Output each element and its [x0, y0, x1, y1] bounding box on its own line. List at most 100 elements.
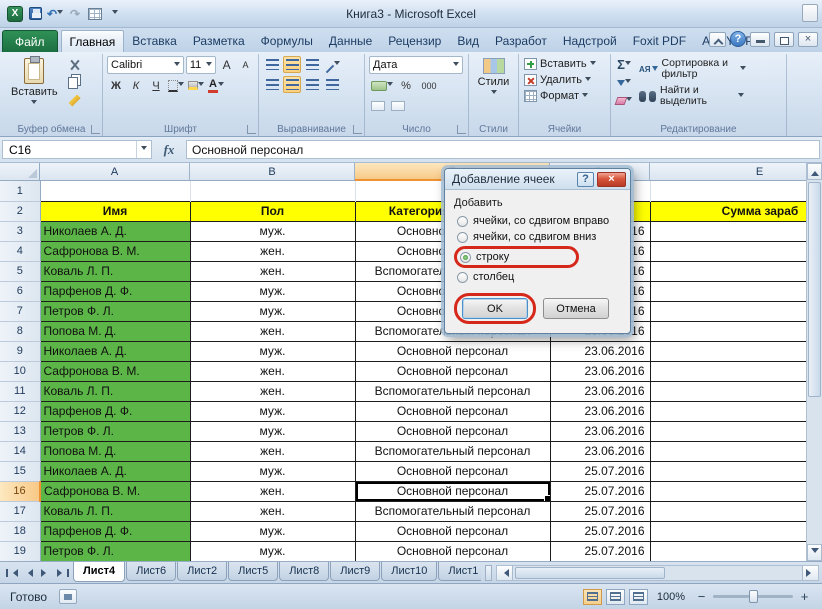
help-icon[interactable]: ?	[730, 31, 746, 47]
font-family-combo[interactable]: Calibri	[107, 56, 184, 74]
orientation-button[interactable]	[323, 56, 341, 73]
copy-button[interactable]	[66, 74, 84, 91]
cell-category[interactable]: Вспомогательный персонал	[355, 501, 550, 521]
cell-name[interactable]: Парфенов Д. Ф.	[40, 401, 190, 421]
row-header[interactable]: 6	[0, 281, 40, 301]
radio-shift-right[interactable]: ячейки, со сдвигом вправо	[454, 213, 621, 229]
align-bottom-button[interactable]	[303, 56, 321, 73]
tab-review[interactable]: Рецензир	[380, 30, 449, 52]
tab-file[interactable]: Файл	[2, 30, 58, 52]
format-painter-button[interactable]	[66, 92, 84, 109]
cell-date[interactable]: 23.06.2016	[550, 341, 650, 361]
header-cell-salary[interactable]: Сумма зараб	[650, 201, 822, 221]
format-cells-button[interactable]: Формат	[523, 88, 606, 104]
align-middle-button[interactable]	[283, 56, 301, 73]
insert-cells-button[interactable]: Вставить	[523, 56, 606, 72]
cell-category[interactable]: Основной персонал	[355, 481, 550, 501]
cell-gender[interactable]: муж.	[190, 281, 355, 301]
cell-name[interactable]: Попова М. Д.	[40, 441, 190, 461]
scroll-left-button[interactable]	[497, 566, 513, 580]
column-header-b[interactable]: B	[190, 163, 355, 181]
header-cell-name[interactable]: Имя	[40, 201, 190, 221]
sheet-tab[interactable]: Лист2	[177, 562, 227, 581]
cell-empty[interactable]	[650, 501, 822, 521]
cell-name[interactable]: Парфенов Д. Ф.	[40, 521, 190, 541]
delete-cells-button[interactable]: Удалить	[523, 72, 606, 88]
scroll-down-button[interactable]	[807, 544, 822, 561]
radio-shift-down[interactable]: ячейки, со сдвигом вниз	[454, 229, 621, 245]
wrap-text-button[interactable]	[323, 76, 341, 93]
underline-button[interactable]: Ч	[147, 77, 165, 94]
tab-foxit-pdf[interactable]: Foxit PDF	[625, 30, 694, 52]
sheet-tab[interactable]: Лист10	[381, 562, 437, 581]
zoom-level[interactable]: 100%	[657, 591, 685, 603]
tab-split-handle[interactable]	[485, 565, 492, 581]
cell-category[interactable]: Основной персонал	[355, 541, 550, 561]
vertical-scrollbar-thumb[interactable]	[808, 182, 821, 397]
cell-empty[interactable]	[650, 341, 822, 361]
column-header-e[interactable]: E	[650, 163, 822, 181]
cell-empty[interactable]	[650, 481, 822, 501]
cell-empty[interactable]	[190, 181, 355, 201]
cell-date[interactable]: 23.06.2016	[550, 441, 650, 461]
percent-format-button[interactable]: %	[397, 77, 415, 94]
cell-empty[interactable]	[650, 441, 822, 461]
cell-name[interactable]: Петров Ф. Л.	[40, 541, 190, 561]
cell-name[interactable]: Сафронова В. М.	[40, 241, 190, 261]
row-header[interactable]: 2	[0, 201, 40, 221]
bold-button[interactable]: Ж	[107, 77, 125, 94]
column-header-a[interactable]: A	[40, 163, 190, 181]
row-header[interactable]: 16	[0, 481, 40, 501]
scroll-right-button[interactable]	[802, 566, 818, 580]
cell-gender[interactable]: жен.	[190, 501, 355, 521]
redo-button[interactable]: ↷	[66, 5, 84, 23]
scrollbar-track[interactable]	[807, 399, 822, 544]
row-header[interactable]: 12	[0, 401, 40, 421]
cell-gender[interactable]: муж.	[190, 341, 355, 361]
row-header[interactable]: 3	[0, 221, 40, 241]
dialog-launcher-icon[interactable]	[91, 125, 100, 134]
cell-empty[interactable]	[650, 541, 822, 561]
cell-name[interactable]: Коваль Л. П.	[40, 381, 190, 401]
cell-gender[interactable]: муж.	[190, 301, 355, 321]
align-right-button[interactable]	[303, 76, 321, 93]
view-normal-button[interactable]	[583, 589, 602, 605]
close-window-icon[interactable]: ×	[798, 32, 818, 47]
cell-date[interactable]: 25.07.2016	[550, 461, 650, 481]
tab-page-layout[interactable]: Разметка	[185, 30, 253, 52]
cell-empty[interactable]	[650, 361, 822, 381]
cell-category[interactable]: Основной персонал	[355, 421, 550, 441]
scroll-up-button[interactable]	[807, 163, 822, 180]
cell-empty[interactable]	[650, 281, 822, 301]
italic-button[interactable]: К	[127, 77, 145, 94]
cell-empty[interactable]	[650, 521, 822, 541]
cell-empty[interactable]	[650, 261, 822, 281]
cell-category[interactable]: Основной персонал	[355, 461, 550, 481]
align-left-button[interactable]	[263, 76, 281, 93]
cell-gender[interactable]: муж.	[190, 401, 355, 421]
row-header[interactable]: 17	[0, 501, 40, 521]
row-header[interactable]: 9	[0, 341, 40, 361]
cell-empty[interactable]	[650, 301, 822, 321]
clear-button[interactable]	[615, 92, 633, 109]
cell-category[interactable]: Основной персонал	[355, 401, 550, 421]
horizontal-scrollbar-thumb[interactable]	[515, 567, 665, 579]
cell-name[interactable]: Коваль Л. П.	[40, 501, 190, 521]
dialog-launcher-icon[interactable]	[247, 125, 256, 134]
dialog-title-bar[interactable]: Добавление ячеек ? ×	[445, 169, 630, 190]
customize-qat-button[interactable]	[106, 5, 124, 23]
font-size-combo[interactable]: 11	[186, 56, 216, 74]
vertical-scrollbar[interactable]	[806, 163, 822, 561]
cell-empty[interactable]	[650, 421, 822, 441]
undo-button[interactable]: ↶	[46, 5, 64, 23]
dialog-launcher-icon[interactable]	[353, 125, 362, 134]
dialog-launcher-icon[interactable]	[457, 125, 466, 134]
cell-gender[interactable]: жен.	[190, 321, 355, 341]
cell-category[interactable]: Вспомогательный персонал	[355, 381, 550, 401]
cell-empty[interactable]	[650, 321, 822, 341]
cell-gender[interactable]: жен.	[190, 481, 355, 501]
cell-gender[interactable]: жен.	[190, 241, 355, 261]
cell-name[interactable]: Попова М. Д.	[40, 321, 190, 341]
font-color-button[interactable]: А	[207, 77, 225, 94]
cell-date[interactable]: 23.06.2016	[550, 421, 650, 441]
